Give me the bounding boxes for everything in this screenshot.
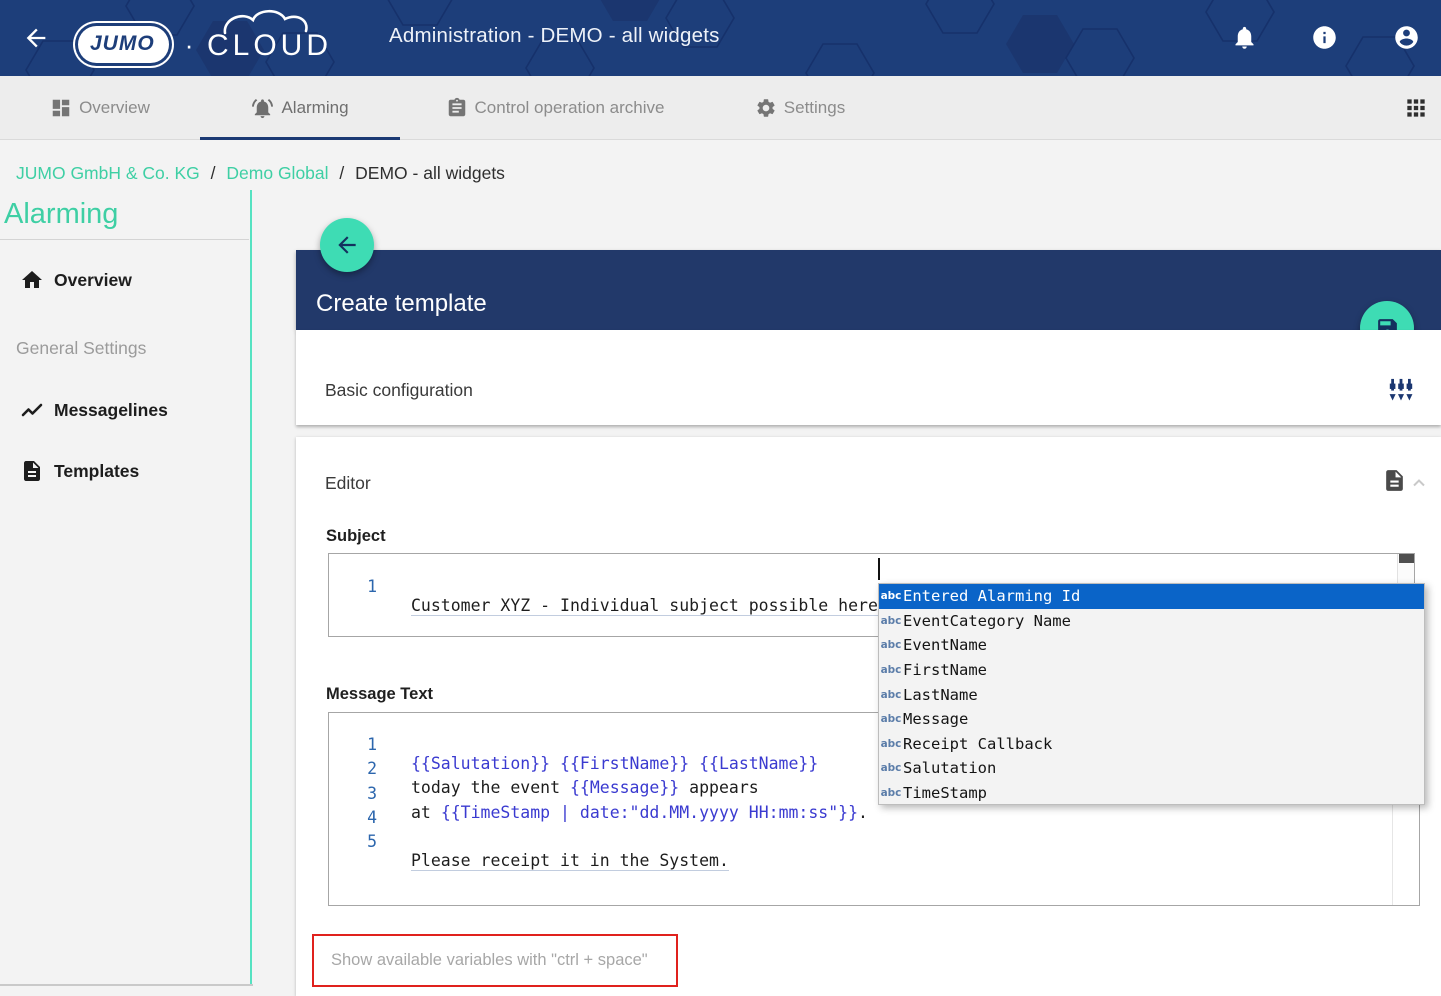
- sidebar-vertical-divider: [250, 190, 252, 985]
- app-root: JUMO · CLOUD Administration - DEMO - all…: [0, 0, 1441, 996]
- arrow-back-icon: [334, 232, 360, 258]
- breadcrumb-org-link[interactable]: JUMO GmbH & Co. KG: [16, 163, 200, 183]
- clipboard-icon: [446, 97, 468, 119]
- autocomplete-item[interactable]: abc Entered Alarming Id: [879, 584, 1424, 609]
- breadcrumb-separator: /: [211, 163, 216, 183]
- autocomplete-item[interactable]: abc Receipt Callback: [879, 732, 1424, 757]
- template-document-icon[interactable]: [1382, 468, 1407, 493]
- app-header: JUMO · CLOUD Administration - DEMO - all…: [0, 0, 1441, 76]
- sidebar-item-overview[interactable]: Overview: [0, 260, 248, 300]
- autocomplete-item[interactable]: abc EventCategory Name: [879, 609, 1424, 634]
- tab-control-operation-archive[interactable]: Control operation archive: [400, 76, 710, 140]
- sidebar-bottom-divider: [0, 984, 253, 986]
- info-icon[interactable]: [1311, 24, 1338, 51]
- subject-line-text: Customer XYZ - Individual subject possib…: [411, 596, 888, 616]
- main-tab-bar: Overview Alarming Control operation arch…: [0, 76, 1441, 140]
- breadcrumb-group-link[interactable]: Demo Global: [226, 163, 328, 183]
- autocomplete-item[interactable]: abc Salutation: [879, 756, 1424, 781]
- breadcrumb-current: DEMO - all widgets: [355, 163, 505, 183]
- subject-line-number: 1: [329, 577, 377, 596]
- sidebar-item-templates[interactable]: Templates: [0, 451, 248, 491]
- abc-variable-icon: abc: [879, 738, 903, 750]
- notifications-bell-icon[interactable]: [1231, 24, 1258, 51]
- abc-variable-icon: abc: [879, 762, 903, 774]
- message-line-text: Please receipt it in the System.: [411, 851, 729, 871]
- variables-hint-highlight: Show available variables with "ctrl + sp…: [312, 934, 678, 987]
- basic-configuration-section: Basic configuration: [296, 330, 1441, 425]
- breadcrumb-separator: /: [339, 163, 344, 183]
- create-template-header: Create template: [296, 250, 1441, 330]
- message-line-text: at {{TimeStamp | date:"dd.MM.yyyy HH:mm:…: [411, 803, 868, 822]
- tab-settings[interactable]: Settings: [710, 76, 890, 140]
- abc-variable-icon: abc: [879, 664, 903, 676]
- subject-scrollbar-thumb[interactable]: [1399, 554, 1414, 563]
- abc-variable-icon: abc: [879, 615, 903, 627]
- chevron-up-icon[interactable]: [1409, 473, 1429, 493]
- message-line-text: today the event {{Message}} appears: [411, 778, 759, 797]
- messagelines-chart-icon: [20, 398, 44, 422]
- header-title: Administration - DEMO - all widgets: [389, 24, 720, 48]
- apps-grid-icon[interactable]: [1403, 95, 1429, 121]
- message-line-text: {{Salutation}} {{FirstName}} {{LastName}…: [411, 754, 818, 773]
- document-icon: [20, 459, 44, 483]
- autocomplete-item[interactable]: abc LastName: [879, 682, 1424, 707]
- editor-section-label: Editor: [325, 473, 371, 494]
- sidebar-item-label: Overview: [54, 270, 132, 291]
- abc-variable-icon: abc: [879, 590, 903, 602]
- sidebar-heading: Alarming: [4, 198, 118, 231]
- gear-icon: [755, 97, 777, 119]
- abc-variable-icon: abc: [879, 639, 903, 651]
- dashboard-icon: [50, 97, 72, 119]
- sidebar-item-label: Messagelines: [54, 400, 168, 421]
- account-icon[interactable]: [1393, 24, 1420, 51]
- autocomplete-item[interactable]: abc FirstName: [879, 658, 1424, 683]
- sidebar-item-label: General Settings: [16, 338, 146, 359]
- tab-alarming-label: Alarming: [281, 98, 348, 118]
- tune-filter-icon[interactable]: [1387, 376, 1415, 404]
- autocomplete-item[interactable]: abc EventName: [879, 633, 1424, 658]
- tab-overview-label: Overview: [79, 98, 150, 118]
- sidebar-item-label: Templates: [54, 461, 139, 482]
- sidebar-divider: [0, 239, 249, 240]
- sidebar-item-messagelines[interactable]: Messagelines: [0, 390, 248, 430]
- text-cursor: [878, 558, 880, 580]
- autocomplete-item[interactable]: abc Message: [879, 707, 1424, 732]
- autocomplete-item[interactable]: abc TimeStamp: [879, 781, 1424, 806]
- header-back-icon[interactable]: [22, 24, 50, 52]
- tab-alarming[interactable]: Alarming: [200, 76, 400, 140]
- variables-hint-text: Show available variables with "ctrl + sp…: [331, 951, 648, 970]
- page-title: Create template: [316, 290, 487, 318]
- tab-settings-label: Settings: [784, 98, 845, 118]
- tab-archive-label: Control operation archive: [475, 98, 665, 118]
- sidebar-item-general-settings[interactable]: General Settings: [0, 328, 248, 368]
- message-field-label: Message Text: [326, 685, 433, 704]
- autocomplete-dropdown: abc Entered Alarming Id abc EventCategor…: [878, 583, 1425, 805]
- cloud-logo: CLOUD: [199, 7, 339, 74]
- breadcrumb: JUMO GmbH & Co. KG / Demo Global / DEMO …: [16, 163, 505, 184]
- message-line-number: 5: [329, 832, 377, 851]
- home-icon: [20, 268, 44, 292]
- back-button[interactable]: [320, 218, 374, 272]
- jumo-logo-pill: JUMO: [78, 26, 169, 63]
- abc-variable-icon: abc: [879, 787, 903, 799]
- app-logo: JUMO · CLOUD: [78, 12, 339, 68]
- basic-configuration-label: Basic configuration: [325, 380, 473, 401]
- tab-overview[interactable]: Overview: [0, 76, 200, 140]
- alarming-bell-icon: [251, 97, 274, 120]
- abc-variable-icon: abc: [879, 713, 903, 725]
- cloud-wordmark: CLOUD: [207, 29, 332, 62]
- logo-separator-dot: ·: [185, 30, 194, 61]
- abc-variable-icon: abc: [879, 689, 903, 701]
- subject-field-label: Subject: [326, 527, 386, 546]
